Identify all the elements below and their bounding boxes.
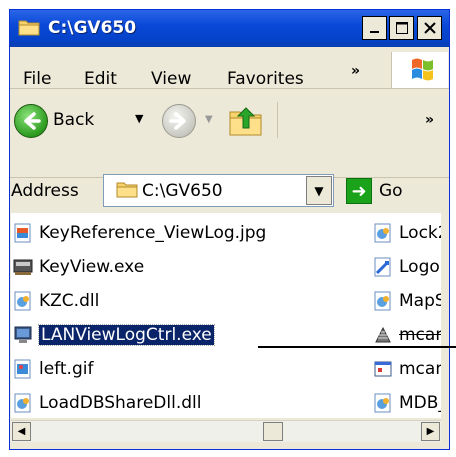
- go-arrow-icon: ➜: [351, 180, 367, 202]
- maximize-icon: [395, 22, 408, 34]
- forward-button[interactable]: [162, 104, 196, 138]
- address-dropdown-button[interactable]: ▼: [306, 176, 332, 205]
- address-value: C:\GV650: [142, 181, 223, 201]
- file-name: LANViewLogCtrl.exe: [38, 324, 215, 346]
- forward-dropdown-arrow[interactable]: ▼: [205, 114, 213, 125]
- file-name: Lock2: [399, 223, 441, 243]
- list-item[interactable]: LoadDBShareDll.dll: [13, 389, 201, 417]
- list-item[interactable]: mcan: [373, 321, 441, 349]
- go-label[interactable]: Go: [379, 181, 403, 201]
- menu-file[interactable]: File: [23, 69, 51, 89]
- address-label: Address: [11, 181, 79, 201]
- folder-icon: [18, 20, 40, 36]
- ocx-control-icon: [375, 326, 391, 343]
- toolbar-separator: [277, 102, 278, 138]
- triangle-right-icon: ▶: [426, 426, 435, 437]
- file-list: KeyReference_ViewLog.jpg KeyView.exe KZC…: [11, 213, 441, 418]
- dll-file-icon: [374, 223, 391, 243]
- menu-edit[interactable]: Edit: [84, 69, 117, 89]
- back-button[interactable]: [14, 104, 48, 138]
- file-name: MapS: [399, 291, 441, 311]
- file-name: LoadDBShareDll.dll: [39, 393, 202, 413]
- back-arrow-icon: [24, 112, 41, 130]
- forward-arrow-icon: [169, 112, 186, 130]
- list-item[interactable]: KeyReference_ViewLog.jpg: [13, 219, 266, 247]
- close-icon: [423, 22, 436, 34]
- triangle-left-icon: ◀: [17, 426, 26, 437]
- up-folder-icon[interactable]: [228, 102, 264, 138]
- dll-file-icon: [374, 393, 391, 413]
- go-button[interactable]: ➜: [346, 178, 372, 204]
- file-name: mcan: [399, 325, 441, 345]
- file-name: KZC.dll: [39, 291, 100, 311]
- scroll-right-button[interactable]: ▶: [421, 422, 440, 441]
- shortcut-icon: [374, 257, 391, 277]
- minimize-button[interactable]: [362, 16, 387, 40]
- file-name: MDB_: [399, 393, 441, 413]
- minimize-icon: [369, 31, 379, 33]
- file-name: mcan: [399, 359, 441, 379]
- dll-file-icon: [14, 393, 31, 413]
- maximize-button[interactable]: [389, 16, 414, 40]
- list-item[interactable]: Logo: [373, 253, 440, 281]
- list-item[interactable]: MapS: [373, 287, 441, 315]
- menu-view[interactable]: View: [151, 69, 191, 89]
- horizontal-scrollbar[interactable]: ◀ ▶: [11, 420, 441, 442]
- file-name: KeyView.exe: [39, 257, 145, 277]
- list-item[interactable]: KeyView.exe: [13, 253, 144, 281]
- windows-logo: [391, 52, 448, 88]
- exe-app-icon: [14, 326, 32, 343]
- back-dropdown-arrow[interactable]: ▼: [135, 112, 143, 125]
- list-item[interactable]: Lock2: [373, 219, 441, 247]
- toolbar-overflow-chevron[interactable]: »: [425, 112, 434, 128]
- dll-file-icon: [374, 291, 391, 311]
- jpg-image-icon: [14, 223, 31, 243]
- gif-image-icon: [14, 359, 31, 379]
- annotation-pointer-line: [258, 346, 456, 348]
- file-name: left.gif: [39, 359, 94, 379]
- title-bar[interactable]: C:\GV650: [10, 10, 449, 47]
- chevron-down-icon: ▼: [314, 183, 324, 198]
- list-item[interactable]: mcan: [373, 355, 441, 383]
- scroll-thumb[interactable]: [263, 422, 283, 441]
- windows-flag-icon: [412, 58, 433, 81]
- scroll-left-button[interactable]: ◀: [12, 422, 31, 441]
- list-item-selected[interactable]: LANViewLogCtrl.exe: [13, 321, 215, 349]
- close-button[interactable]: [417, 16, 442, 40]
- list-item[interactable]: KZC.dll: [13, 287, 99, 315]
- menu-favorites[interactable]: Favorites: [227, 69, 304, 89]
- list-item[interactable]: MDB_: [373, 389, 441, 417]
- exe-app-icon: [13, 259, 33, 275]
- list-item[interactable]: left.gif: [13, 355, 93, 383]
- folder-icon: [116, 182, 138, 198]
- file-name: Logo: [399, 257, 440, 277]
- menu-overflow-chevron[interactable]: »: [351, 63, 360, 79]
- back-label[interactable]: Back: [53, 110, 94, 130]
- window-title: C:\GV650: [48, 18, 137, 38]
- window-app-icon: [374, 361, 392, 377]
- dll-file-icon: [14, 291, 31, 311]
- file-name: KeyReference_ViewLog.jpg: [39, 223, 267, 243]
